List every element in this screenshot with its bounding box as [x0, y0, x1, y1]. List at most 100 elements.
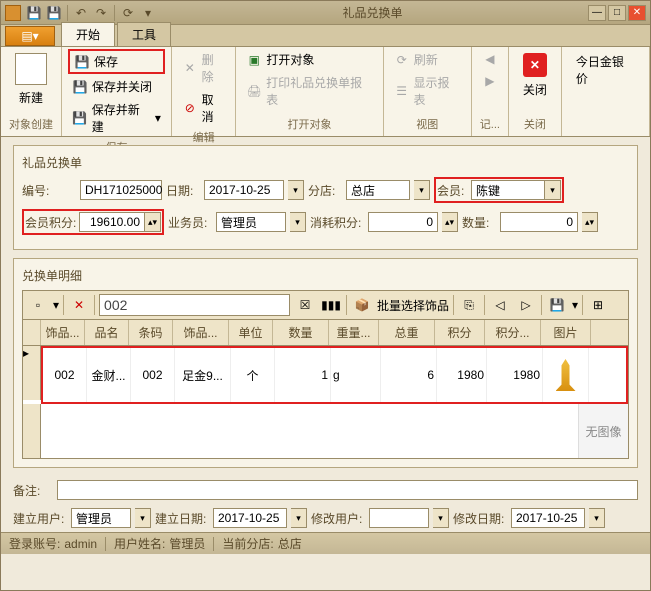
- moddate-dropdown[interactable]: ▾: [589, 508, 605, 528]
- member-field[interactable]: 陈键: [471, 180, 545, 200]
- consume-spinner[interactable]: ▴▾: [442, 212, 458, 232]
- qat-refresh-icon[interactable]: ⟳: [119, 4, 137, 22]
- dt-new-icon[interactable]: ▫: [27, 294, 49, 316]
- dt-prev-icon[interactable]: ◁: [489, 294, 511, 316]
- col-img[interactable]: 图片: [541, 320, 591, 345]
- detail-grid: 饰品... 品名 条码 饰品... 单位 数量 重量... 总重 积分 积分..…: [22, 320, 629, 459]
- qat-dropdown-icon[interactable]: ▾: [139, 4, 157, 22]
- dt-settings-icon[interactable]: ⊞: [587, 294, 609, 316]
- createdate-field[interactable]: 2017-10-25: [213, 508, 287, 528]
- statusbar: 登录账号: admin 用户姓名: 管理员 当前分店: 总店: [1, 532, 650, 554]
- next-icon: ▶: [482, 73, 498, 89]
- tab-tools[interactable]: 工具: [117, 22, 171, 46]
- new-icon: [15, 53, 47, 85]
- save-icon: 💾: [74, 54, 90, 70]
- chevron-down-icon[interactable]: ▾: [53, 298, 59, 312]
- qat-saveclose-icon[interactable]: 💾: [45, 4, 63, 22]
- status-account-label: 登录账号:: [9, 535, 60, 552]
- col-weight[interactable]: 重量...: [329, 320, 379, 345]
- createuser-field[interactable]: 管理员: [71, 508, 131, 528]
- points-field[interactable]: 19610.00: [79, 212, 145, 232]
- qty-field[interactable]: 0: [500, 212, 578, 232]
- col-qty[interactable]: 数量: [273, 320, 329, 345]
- search-input[interactable]: [99, 294, 290, 316]
- save-close-icon: 💾: [72, 79, 88, 95]
- product-image-icon: [556, 359, 576, 391]
- batch-select-button[interactable]: 批量选择饰品: [377, 297, 449, 314]
- prev-icon: ◀: [482, 51, 498, 67]
- group-record-label: 记...: [478, 114, 502, 134]
- close-window-button[interactable]: ✕: [628, 5, 646, 21]
- dt-export-icon[interactable]: 💾: [546, 294, 568, 316]
- createuser-dropdown[interactable]: ▾: [135, 508, 151, 528]
- refresh-icon: ⟳: [394, 52, 410, 68]
- col-code[interactable]: 饰品...: [41, 320, 85, 345]
- label-date: 日期:: [166, 182, 200, 199]
- minimize-button[interactable]: —: [588, 5, 606, 21]
- detail-toolbar: ▫▾ ✕ ☒ ▮▮▮ 📦 批量选择饰品 ⎘ ◁ ▷ 💾▾ ⊞: [22, 290, 629, 320]
- qat-undo-icon[interactable]: ↶: [72, 4, 90, 22]
- close-button[interactable]: ✕ 关闭: [515, 49, 555, 102]
- dt-delete-icon[interactable]: ✕: [68, 294, 90, 316]
- row-selector[interactable]: ▸: [23, 346, 41, 400]
- consume-field[interactable]: 0: [368, 212, 438, 232]
- no-image-label: 无图像: [578, 404, 628, 458]
- moduser-field[interactable]: [369, 508, 429, 528]
- branch-dropdown[interactable]: ▾: [414, 180, 430, 200]
- dt-next-icon[interactable]: ▷: [515, 294, 537, 316]
- app-icon: [5, 5, 21, 21]
- ribbon: 新建 对象创建 💾保存 💾保存并关闭 💾保存并新建 ▾ 保存 ✕删除 ⊘取消 编…: [1, 47, 650, 137]
- maximize-button[interactable]: □: [608, 5, 626, 21]
- qat-save-icon[interactable]: 💾: [25, 4, 43, 22]
- barcode-icon[interactable]: ▮▮▮: [320, 294, 342, 316]
- save-close-button[interactable]: 💾保存并关闭: [68, 76, 165, 97]
- today-price-button[interactable]: 今日金银价: [568, 49, 643, 91]
- remark-field[interactable]: [57, 480, 638, 500]
- cancel-button[interactable]: ⊘取消: [178, 89, 229, 127]
- moduser-dropdown[interactable]: ▾: [433, 508, 449, 528]
- row-selector[interactable]: [23, 404, 41, 458]
- delete-button[interactable]: ✕删除: [178, 49, 229, 87]
- col-pts[interactable]: 积分: [435, 320, 485, 345]
- col-spec[interactable]: 饰品...: [173, 320, 229, 345]
- save-new-button[interactable]: 💾保存并新建 ▾: [68, 99, 165, 137]
- col-ptst[interactable]: 积分...: [485, 320, 541, 345]
- date-dropdown[interactable]: ▾: [288, 180, 304, 200]
- open-object-button[interactable]: ▣打开对象: [242, 49, 376, 70]
- clerk-field[interactable]: 管理员: [216, 212, 286, 232]
- prev-record-button[interactable]: ◀: [478, 49, 502, 69]
- refresh-button[interactable]: ⟳刷新: [390, 49, 465, 70]
- status-user-label: 用户姓名:: [114, 535, 165, 552]
- label-consume: 消耗积分:: [310, 214, 364, 231]
- col-totalw[interactable]: 总重: [379, 320, 435, 345]
- app-menu-button[interactable]: ▤▾: [5, 26, 55, 46]
- show-report-button[interactable]: ☰显示报表: [390, 72, 465, 110]
- new-button[interactable]: 新建: [7, 49, 55, 110]
- qat-redo-icon[interactable]: ↷: [92, 4, 110, 22]
- next-record-button[interactable]: ▶: [478, 71, 502, 91]
- code-field[interactable]: DH171025000: [80, 180, 162, 200]
- panel-title: 礼品兑换单: [22, 154, 629, 171]
- qty-spinner[interactable]: ▴▾: [582, 212, 598, 232]
- branch-field[interactable]: 总店: [346, 180, 410, 200]
- print-report-button[interactable]: 🖨打印礼品兑换单报表: [242, 72, 376, 110]
- save-button[interactable]: 💾保存: [68, 49, 165, 74]
- col-unit[interactable]: 单位: [229, 320, 273, 345]
- table-row[interactable]: 002 金财... 002 足金9... 个 1 g 6 1980 1980: [43, 348, 626, 402]
- dt-copy-icon[interactable]: ⎘: [458, 294, 480, 316]
- group-edit-label: 编辑: [178, 127, 229, 147]
- date-field[interactable]: 2017-10-25: [204, 180, 284, 200]
- moddate-field[interactable]: 2017-10-25: [511, 508, 585, 528]
- createdate-dropdown[interactable]: ▾: [291, 508, 307, 528]
- col-barcode[interactable]: 条码: [129, 320, 173, 345]
- grid-header: 饰品... 品名 条码 饰品... 单位 数量 重量... 总重 积分 积分..…: [23, 320, 628, 346]
- search-clear-icon[interactable]: ☒: [294, 294, 316, 316]
- ribbon-tabs: ▤▾ 开始 工具: [1, 25, 650, 47]
- tab-start[interactable]: 开始: [61, 22, 115, 46]
- member-dropdown[interactable]: ▾: [545, 180, 561, 200]
- points-spinner[interactable]: ▴▾: [145, 212, 161, 232]
- clerk-dropdown[interactable]: ▾: [290, 212, 306, 232]
- chevron-down-icon[interactable]: ▾: [572, 298, 578, 312]
- group-view-label: 视图: [390, 114, 465, 134]
- col-name[interactable]: 品名: [85, 320, 129, 345]
